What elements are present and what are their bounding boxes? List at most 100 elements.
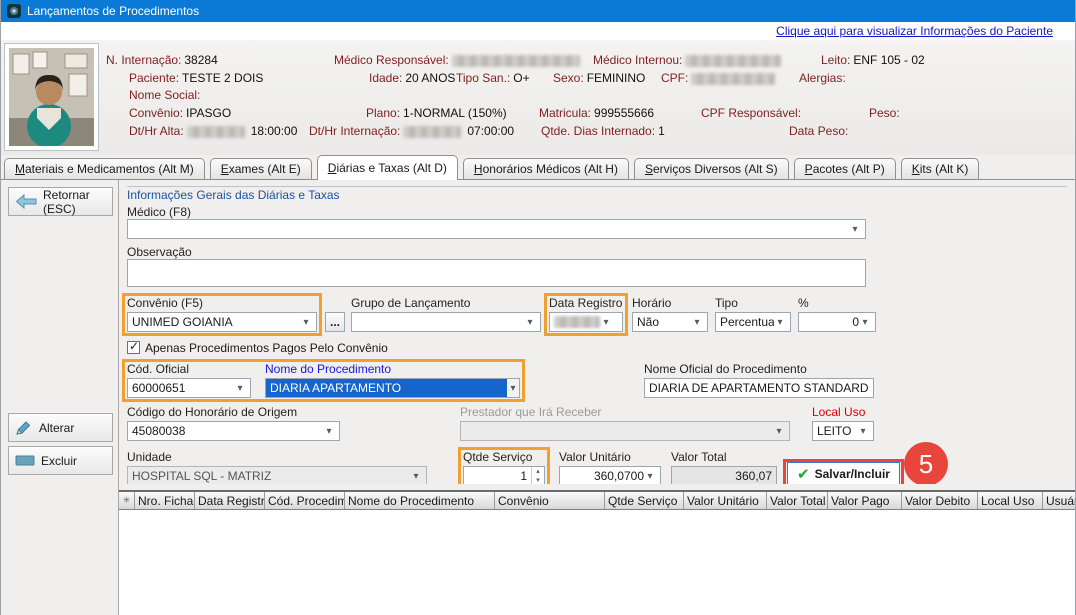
- convenio-combobox[interactable]: UNIMED GOIANIA ▾: [127, 312, 317, 332]
- patient-info-link[interactable]: Clique aqui para visualizar Informações …: [776, 24, 1053, 38]
- tab-servi-os-diversos-alt-s[interactable]: Serviços Diversos (Alt S): [634, 158, 789, 179]
- tab-honor-rios-m-dicos-alt-h[interactable]: Honorários Médicos (Alt H): [463, 158, 629, 179]
- unidade-combobox: HOSPITAL SQL - MATRIZ ▾: [127, 466, 427, 484]
- grid-column-header[interactable]: Valor Debito: [902, 492, 978, 509]
- spinner-down-icon[interactable]: ▾: [532, 476, 544, 484]
- chevron-down-icon[interactable]: ▾: [644, 471, 656, 482]
- excluir-label: Excluir: [41, 454, 77, 468]
- browse-button[interactable]: ...: [325, 312, 345, 332]
- qtde-servico-value: 1: [464, 467, 531, 484]
- horario-especial-combobox[interactable]: Não ▾: [632, 312, 708, 332]
- redacted-value: [691, 73, 775, 85]
- matricula-value: 999555666: [594, 106, 654, 120]
- salvar-incluir-button[interactable]: ✔ Salvar/Incluir: [787, 462, 900, 484]
- data-registro-combobox[interactable]: ▾: [549, 312, 623, 332]
- tipo-desconto-value: Percentual: [720, 315, 774, 329]
- horario-especial-value: Não: [637, 315, 691, 329]
- titlebar[interactable]: Lançamentos de Procedimentos: [1, 0, 1075, 22]
- field-label: Tipo San.:: [456, 71, 510, 85]
- convenio-value: IPASGO: [186, 106, 231, 120]
- apenas-pagos-checkbox[interactable]: ✓ Apenas Procedimentos Pagos Pelo Convên…: [127, 340, 1067, 355]
- tipo-desconto-label: Tipo Desconto: [715, 296, 791, 310]
- grid-body[interactable]: [119, 510, 1075, 615]
- chevron-down-icon[interactable]: ▾: [323, 426, 335, 437]
- tab-kits-alt-k[interactable]: Kits (Alt K): [901, 158, 980, 179]
- valor-unitario-combobox[interactable]: 360,0700 ▾: [559, 466, 661, 484]
- tab-exames-alt-e[interactable]: Exames (Alt E): [210, 158, 312, 179]
- field-label: Data Peso:: [789, 124, 848, 138]
- window-title: Lançamentos de Procedimentos: [27, 4, 199, 18]
- cod-honorario-value: 45080038: [132, 424, 323, 438]
- grid-column-header[interactable]: Valor Unitário: [684, 492, 767, 509]
- grid-indicator-column: ✳: [119, 492, 135, 509]
- grid-column-header[interactable]: Nome do Procedimento: [345, 492, 495, 509]
- cod-honorario-combobox[interactable]: 45080038 ▾: [127, 421, 340, 441]
- chevron-down-icon[interactable]: ▾: [234, 383, 246, 394]
- checkbox-box[interactable]: ✓: [127, 341, 140, 354]
- grupo-lancamento-combobox[interactable]: ▾: [351, 312, 541, 332]
- alterar-label: Alterar: [39, 421, 74, 435]
- cod-oficial-combobox[interactable]: 60000651 ▾: [127, 378, 251, 398]
- grid-column-header[interactable]: Local Uso: [978, 492, 1043, 509]
- chevron-down-icon[interactable]: ▾: [859, 317, 871, 328]
- grid-column-header[interactable]: Valor Pago: [828, 492, 902, 509]
- field-label: Matricula:: [539, 106, 591, 120]
- idade-value: 20 ANOS: [405, 71, 455, 85]
- form-area: Informações Gerais das Diárias e Taxas M…: [119, 180, 1075, 484]
- grid-column-header[interactable]: Cód. Procedimento: [265, 492, 345, 509]
- chevron-down-icon[interactable]: ▾: [857, 426, 869, 437]
- cod-honorario-label: Código do Honorário de Origem: [127, 405, 340, 419]
- main-panel: Informações Gerais das Diárias e Taxas M…: [119, 180, 1075, 615]
- sidebar: Retornar (ESC) Alterar Excluir: [1, 180, 119, 615]
- field-label: Dt/Hr Alta:: [129, 124, 184, 138]
- chevron-down-icon[interactable]: ▾: [524, 317, 536, 328]
- chevron-down-icon[interactable]: ▾: [600, 317, 612, 328]
- cod-oficial-value: 60000651: [132, 381, 234, 395]
- chevron-down-icon: ▾: [773, 426, 785, 437]
- chevron-down-icon[interactable]: ▾: [691, 317, 703, 328]
- local-uso-label: Local Uso: [812, 405, 874, 419]
- medico-combobox[interactable]: ▾: [127, 219, 866, 239]
- patient-photo: [4, 43, 99, 151]
- grid-column-header[interactable]: Convênio: [495, 492, 605, 509]
- qtde-servico-stepper[interactable]: 1 ▴ ▾: [463, 466, 545, 484]
- nome-oficial-textbox[interactable]: DIARIA DE APARTAMENTO STANDARD: [644, 378, 874, 398]
- horario-especial-field: Horário Especial Não ▾: [632, 296, 708, 332]
- nome-oficial-label: Nome Oficial do Procedimento: [644, 362, 874, 376]
- tab-pacotes-alt-p[interactable]: Pacotes (Alt P): [794, 158, 896, 179]
- field-label: Leito:: [821, 53, 850, 67]
- grid-column-header[interactable]: Nro. Ficha: [135, 492, 195, 509]
- chevron-down-icon[interactable]: ▾: [774, 317, 786, 328]
- unidade-field: Unidade HOSPITAL SQL - MATRIZ ▾: [127, 450, 427, 484]
- cod-oficial-field: Cód. Oficial 60000651 ▾: [127, 362, 251, 398]
- grid-column-header[interactable]: Data Registro: [195, 492, 265, 509]
- tipo-desconto-combobox[interactable]: Percentual ▾: [715, 312, 791, 332]
- observacao-textbox[interactable]: [127, 259, 866, 287]
- tipo-desconto-field: Tipo Desconto Percentual ▾: [715, 296, 791, 332]
- grid-column-header[interactable]: Valor Total: [767, 492, 828, 509]
- valor-total-field: Valor Total 360,07: [671, 450, 777, 484]
- acresc-desc-combobox[interactable]: 0 ▾: [798, 312, 876, 332]
- dthr-alta-time: 18:00:00: [251, 124, 298, 138]
- local-uso-combobox[interactable]: LEITO ▾: [812, 421, 874, 441]
- nome-procedimento-combobox[interactable]: DIARIA APARTAMENTO ▾: [265, 378, 520, 398]
- spinner-up-icon[interactable]: ▴: [532, 467, 544, 476]
- check-icon: ✓: [129, 339, 139, 353]
- dthr-internacao-time: 07:00:00: [467, 124, 514, 138]
- qtde-servico-field: Qtde Serviço 1 ▴ ▾: [463, 450, 545, 484]
- chevron-down-icon[interactable]: ▾: [507, 379, 519, 397]
- tab-materiais-e-medicamentos-alt-m[interactable]: Materiais e Medicamentos (Alt M): [4, 158, 205, 179]
- convenio-label: Convênio (F5): [127, 296, 317, 310]
- grid-column-header[interactable]: Usuário: [1043, 492, 1075, 509]
- chevron-down-icon[interactable]: ▾: [849, 224, 861, 235]
- field-label: Médico Internou:: [593, 53, 682, 67]
- acresc-desc-field: % Acrésc./Desc. 0 ▾: [798, 296, 876, 332]
- excluir-button[interactable]: Excluir: [8, 446, 113, 475]
- field-label: Paciente:: [129, 71, 179, 85]
- chevron-down-icon[interactable]: ▾: [300, 317, 312, 328]
- salvar-highlight: ✔ Salvar/Incluir: [787, 462, 900, 484]
- grid-column-header[interactable]: Qtde Serviço: [605, 492, 684, 509]
- retornar-button[interactable]: Retornar (ESC): [8, 187, 113, 216]
- tab-di-rias-e-taxas-alt-d[interactable]: Diárias e Taxas (Alt D): [317, 155, 458, 180]
- alterar-button[interactable]: Alterar: [8, 413, 113, 442]
